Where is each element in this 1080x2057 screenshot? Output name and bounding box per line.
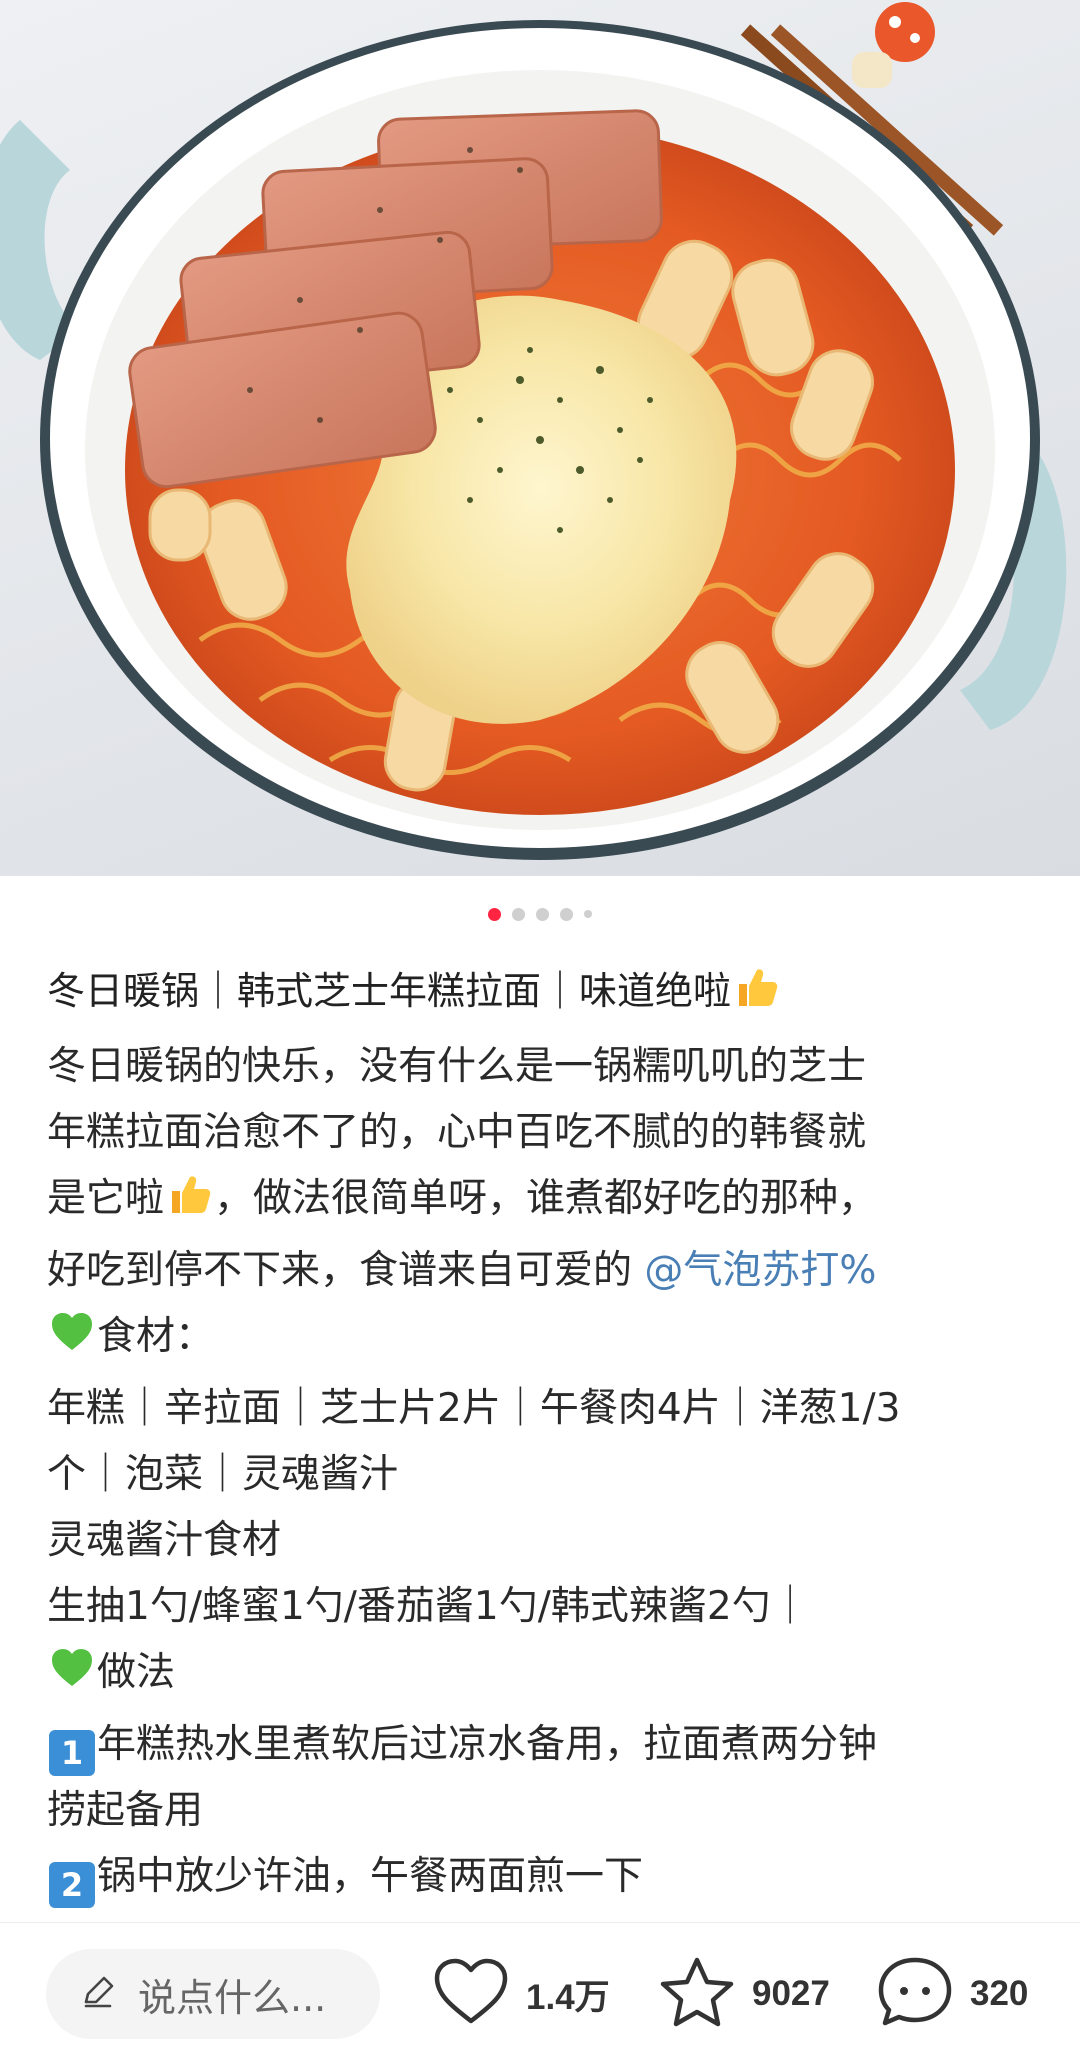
collect-button[interactable]: 9027 (658, 1949, 830, 2039)
keycap-2-icon: 2 (49, 1862, 95, 1908)
comment-placeholder: 说点什么... (138, 1975, 327, 2020)
carousel-dot-3 (536, 907, 549, 921)
carousel-dot-5 (584, 910, 592, 918)
green-heart-icon (49, 1309, 95, 1376)
method-heading: 做法 (47, 1640, 1047, 1712)
step-1-text: 年糕热水里煮软后过凉水备用，拉面煮两分钟 (97, 1722, 878, 1767)
body-line-3: 是它啦 ，做法很简单呀，谁煮都好吃的那种， (47, 1166, 1047, 1238)
body-line-3b: ，做法很简单呀，谁煮都好吃的那种， (214, 1176, 878, 1221)
thumbs-up-icon (733, 964, 779, 1028)
note-title-text: 冬日暖锅｜韩式芝士年糕拉面｜味道绝啦 (47, 969, 732, 1013)
engagement-bar: 说点什么... 1.4万 9027 320 (0, 1922, 1080, 2057)
step-2-line: 2 锅中放少许油，午餐两面煎一下 (47, 1844, 1047, 1910)
body-line-12: 捞起备用 (47, 1788, 204, 1833)
note-photo[interactable] (0, 0, 1080, 876)
body-line-4: 好吃到停不下来，食谱来自可爱的 @气泡苏打% (47, 1238, 1047, 1304)
carousel-dot-4 (560, 907, 573, 921)
user-mention-link[interactable]: @气泡苏打% (644, 1248, 876, 1293)
collect-count: 9027 (752, 1974, 830, 2013)
green-heart-icon (49, 1645, 95, 1712)
body-line-9: 生抽1勺/蜂蜜1勺/番茄酱1勺/韩式辣酱2勺｜ (47, 1584, 810, 1629)
speech-bubble-icon (876, 1955, 954, 2033)
thumbs-up-icon (166, 1171, 212, 1238)
hotpot-image (0, 2, 1067, 860)
carousel-dot-2 (512, 907, 525, 921)
ingredients-heading: 食材： (47, 1304, 1047, 1376)
pencil-icon (80, 1974, 116, 2014)
ingredients-heading-text: 食材： (97, 1314, 215, 1359)
body-line-3a: 是它啦 (47, 1176, 165, 1221)
carousel-dot-1 (488, 907, 501, 921)
comment-button[interactable]: 320 (876, 1949, 1028, 2039)
body-line-1: 冬日暖锅的快乐，没有什么是一锅糯叽叽的芝士 (47, 1044, 867, 1089)
method-heading-text: 做法 (97, 1650, 176, 1695)
body-line-7: 个｜泡菜｜灵魂酱汁 (47, 1452, 399, 1497)
body-line-2: 年糕拉面治愈不了的，心中百吃不腻的的韩餐就 (47, 1110, 867, 1155)
body-line-4-text: 好吃到停不下来，食谱来自可爱的 (47, 1248, 645, 1293)
note-content: 冬日暖锅｜韩式芝士年糕拉面｜味道绝啦 冬日暖锅的快乐，没有什么是一锅糯叽叽的芝士… (47, 960, 1047, 1910)
comment-input[interactable]: 说点什么... (46, 1949, 380, 2039)
body-line-6: 年糕｜辛拉面｜芝士片2片｜午餐肉4片｜洋葱1/3 (47, 1386, 901, 1431)
like-count: 1.4万 (526, 1977, 610, 2017)
carousel-indicator (0, 906, 1080, 922)
step-2-text: 锅中放少许油，午餐两面煎一下 (97, 1854, 644, 1899)
star-icon (658, 1955, 736, 2033)
comment-count: 320 (970, 1974, 1029, 2013)
step-1-line: 1 年糕热水里煮软后过凉水备用，拉面煮两分钟 (47, 1712, 1047, 1778)
body-line-8: 灵魂酱汁食材 (47, 1518, 282, 1563)
like-button[interactable]: 1.4万 (432, 1949, 610, 2039)
note-title: 冬日暖锅｜韩式芝士年糕拉面｜味道绝啦 (47, 960, 1047, 1028)
heart-icon (432, 1957, 510, 2031)
keycap-1-icon: 1 (49, 1730, 95, 1776)
